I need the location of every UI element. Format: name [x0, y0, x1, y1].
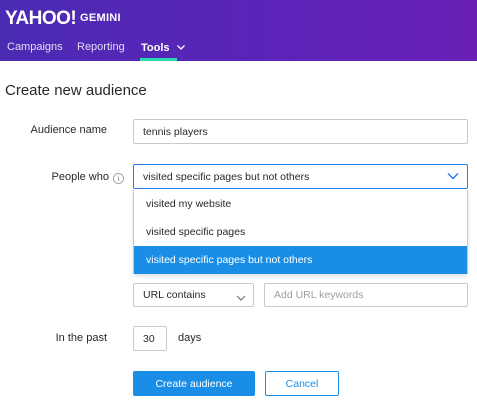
chevron-down-icon — [236, 292, 246, 304]
nav-item-reporting[interactable]: Reporting — [77, 41, 125, 53]
dropdown-option-specific-pages-not-others[interactable]: visited specific pages but not others — [134, 246, 467, 274]
page-title: Create new audience — [5, 82, 147, 99]
main-nav: Campaigns Reporting Tools — [0, 36, 477, 61]
dropdown-option-visited-specific-pages[interactable]: visited specific pages — [134, 218, 467, 246]
in-the-past-days-input[interactable]: 30 — [133, 326, 167, 351]
people-who-selected-value: visited specific pages but not others — [143, 170, 310, 183]
people-who-select[interactable]: visited specific pages but not others — [133, 164, 468, 189]
url-rule-select[interactable]: URL contains — [133, 283, 254, 307]
url-keywords-placeholder: Add URL keywords — [274, 289, 364, 301]
top-header: YAHOO! GEMINI Campaigns Reporting Tools — [0, 0, 477, 61]
audience-name-input[interactable]: tennis players — [133, 119, 468, 144]
product-name: GEMINI — [80, 12, 121, 24]
chevron-down-icon — [447, 171, 459, 183]
audience-name-value: tennis players — [143, 125, 208, 138]
url-rule-selected-value: URL contains — [143, 289, 206, 301]
cancel-button[interactable]: Cancel — [265, 371, 339, 396]
audience-name-label: Audience name — [30, 124, 107, 136]
nav-item-campaigns[interactable]: Campaigns — [7, 41, 63, 53]
create-audience-button[interactable]: Create audience — [133, 371, 255, 396]
people-who-dropdown: visited my website visited specific page… — [133, 190, 468, 274]
dropdown-option-visited-website[interactable]: visited my website — [134, 190, 467, 218]
nav-item-tools-label: Tools — [141, 42, 170, 54]
in-the-past-value: 30 — [143, 332, 155, 345]
info-icon[interactable] — [113, 171, 124, 184]
in-the-past-label: In the past — [55, 332, 107, 344]
people-who-label: People who — [51, 171, 110, 183]
chevron-down-icon — [176, 41, 185, 53]
days-label: days — [178, 332, 202, 344]
yahoo-logo[interactable]: YAHOO! — [5, 8, 77, 30]
nav-item-tools[interactable]: Tools — [141, 41, 185, 54]
active-tab-indicator — [140, 58, 177, 61]
url-keywords-input[interactable]: Add URL keywords — [264, 283, 468, 307]
